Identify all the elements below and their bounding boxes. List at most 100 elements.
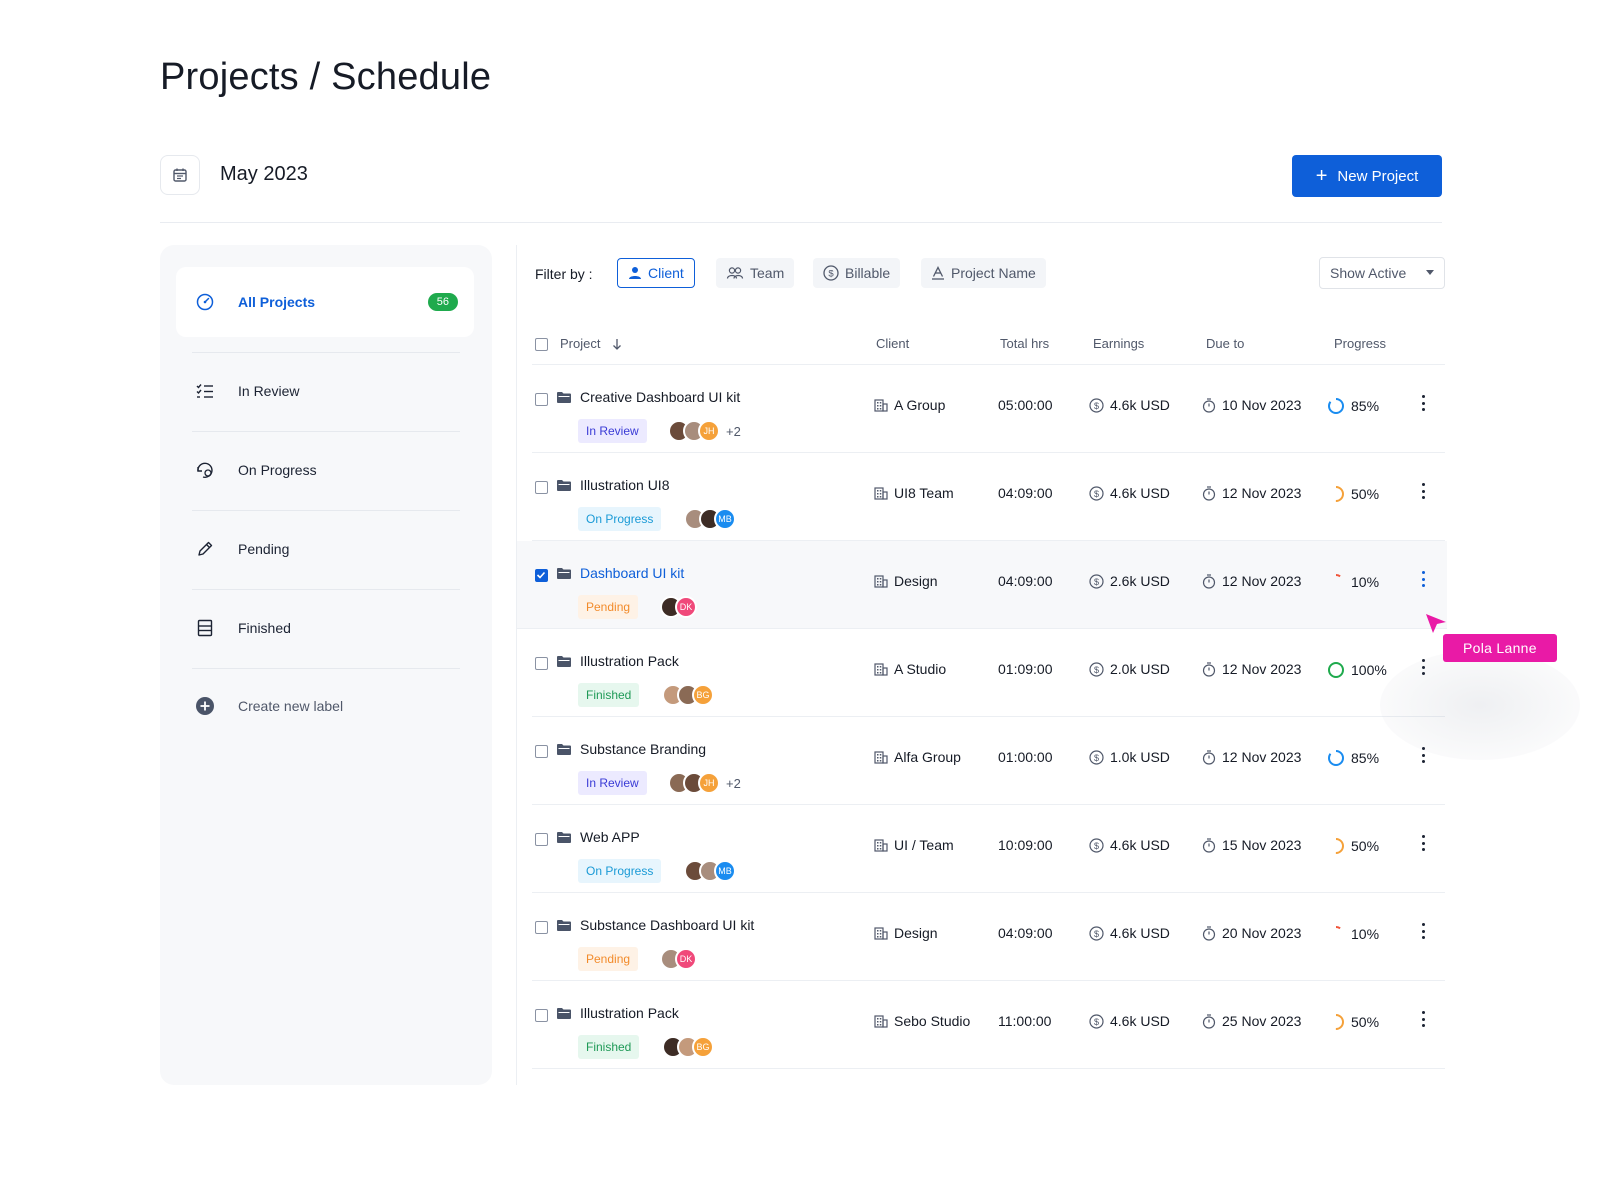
earnings-cell: $4.6k USD (1089, 837, 1170, 853)
row-checkbox[interactable] (535, 1009, 548, 1022)
show-active-dropdown[interactable]: Show Active (1319, 257, 1445, 289)
earnings-cell: $4.6k USD (1089, 485, 1170, 501)
table-row[interactable]: Web APP On Progress MB UI / Team 10:09:00 $4.… (532, 805, 1445, 893)
project-name-link[interactable]: Substance Dashboard UI kit (580, 917, 754, 933)
team-avatars[interactable]: MB (684, 860, 736, 882)
table-row[interactable]: Illustration Pack Finished BG Sebo Studio 11… (532, 981, 1445, 1069)
column-header-total-hrs[interactable]: Total hrs (1000, 336, 1049, 351)
row-checkbox[interactable] (535, 481, 548, 494)
row-checkbox[interactable] (535, 833, 548, 846)
team-avatars[interactable]: DK (660, 948, 697, 970)
avatar[interactable]: DK (675, 948, 697, 970)
table-row[interactable]: Illustration UI8 On Progress MB UI8 Team 04:… (532, 453, 1445, 541)
avatar[interactable]: BG (692, 1036, 714, 1058)
building-icon (874, 926, 888, 940)
dollar-circle-icon: $ (1089, 573, 1104, 589)
filter-chip-label: Client (648, 265, 684, 281)
row-menu-button[interactable] (1417, 569, 1429, 589)
avatar[interactable]: BG (692, 684, 714, 706)
avatar[interactable]: MB (714, 860, 736, 882)
create-label-button[interactable]: Create new label (176, 671, 474, 741)
due-date-cell: 15 Nov 2023 (1202, 837, 1301, 853)
row-menu-button[interactable] (1417, 833, 1429, 853)
project-name-link[interactable]: Creative Dashboard UI kit (580, 389, 740, 405)
row-checkbox[interactable] (535, 393, 548, 406)
sidebar-item-finished[interactable]: Finished (176, 593, 474, 663)
sort-arrow-down-icon[interactable] (612, 338, 622, 350)
project-name-link[interactable]: Illustration UI8 (580, 477, 669, 493)
building-icon (874, 838, 888, 852)
row-menu-button[interactable] (1417, 481, 1429, 501)
row-menu-button[interactable] (1417, 393, 1429, 413)
team-avatars[interactable]: BG (662, 1036, 714, 1058)
row-checkbox[interactable] (535, 657, 548, 670)
folder-icon (557, 744, 571, 755)
row-checkbox[interactable] (535, 745, 548, 758)
filter-chip-project-name[interactable]: Project Name (921, 258, 1046, 288)
due-date-cell: 12 Nov 2023 (1202, 573, 1301, 589)
row-checkbox[interactable] (535, 569, 548, 582)
client-cell: A Group (874, 397, 945, 413)
table-row[interactable]: Creative Dashboard UI kit In Review JH +2 A … (532, 365, 1445, 453)
column-header-project[interactable]: Project (560, 336, 600, 351)
sidebar-item-in-review[interactable]: In Review (176, 356, 474, 426)
divider (516, 245, 517, 1085)
new-project-button[interactable]: + New Project (1292, 155, 1442, 197)
team-avatars[interactable]: JH +2 (668, 772, 741, 794)
more-members-count[interactable]: +2 (726, 776, 741, 791)
due-date: 12 Nov 2023 (1222, 485, 1302, 501)
project-name-link[interactable]: Dashboard UI kit (580, 565, 684, 581)
due-date-cell: 25 Nov 2023 (1202, 1013, 1301, 1029)
due-date: 25 Nov 2023 (1222, 1013, 1302, 1029)
team-avatars[interactable]: JH +2 (668, 420, 741, 442)
progress-ring (1328, 1014, 1344, 1030)
project-name-link[interactable]: Web APP (580, 829, 640, 845)
table-row[interactable]: Substance Branding In Review JH +2 Alfa Grou… (532, 717, 1445, 805)
team-icon (726, 267, 744, 279)
dollar-circle-icon: $ (1089, 485, 1104, 501)
avatar[interactable]: MB (714, 508, 736, 530)
sidebar-item-pending[interactable]: Pending (176, 514, 474, 584)
table-row[interactable]: Illustration Pack Finished BG A Studio 01:09… (532, 629, 1445, 717)
row-checkbox[interactable] (535, 921, 548, 934)
project-name-link[interactable]: Illustration Pack (580, 653, 679, 669)
avatar[interactable]: JH (698, 420, 720, 442)
team-avatars[interactable]: DK (660, 596, 697, 618)
row-menu-button[interactable] (1417, 1009, 1429, 1029)
filter-chip-label: Billable (845, 265, 891, 281)
row-menu-button[interactable] (1417, 921, 1429, 941)
team-avatars[interactable]: BG (662, 684, 714, 706)
select-all-checkbox[interactable] (535, 338, 548, 351)
client-cell: A Studio (874, 661, 946, 677)
sidebar-item-all-projects[interactable]: All Projects 56 (176, 267, 474, 337)
status-badge: On Progress (578, 507, 662, 531)
progress-ring (1328, 398, 1344, 414)
avatar[interactable]: JH (698, 772, 720, 794)
column-header-earnings[interactable]: Earnings (1093, 336, 1144, 351)
stopwatch-icon (1202, 1013, 1216, 1029)
column-header-client[interactable]: Client (876, 336, 909, 351)
filter-chip-client[interactable]: Client (617, 258, 695, 288)
calendar-button[interactable] (160, 155, 200, 195)
sidebar-item-on-progress[interactable]: On Progress (176, 435, 474, 505)
table-row[interactable]: Dashboard UI kit Pending DK Design 04:09:00 $… (517, 541, 1447, 629)
more-members-count[interactable]: +2 (726, 424, 741, 439)
new-project-label: New Project (1337, 167, 1419, 185)
sidebar-item-label: Create new label (238, 698, 344, 714)
filter-chip-label: Team (750, 265, 785, 281)
progress-ring (1328, 574, 1344, 590)
svg-text:$: $ (1094, 841, 1099, 851)
column-header-progress[interactable]: Progress (1334, 336, 1386, 351)
filter-chip-billable[interactable]: $ Billable (813, 258, 901, 288)
project-name-link[interactable]: Illustration Pack (580, 1005, 679, 1021)
project-name-link[interactable]: Substance Branding (580, 741, 706, 757)
building-icon (874, 1014, 888, 1028)
team-avatars[interactable]: MB (684, 508, 736, 530)
table-row[interactable]: Substance Dashboard UI kit Pending DK Desig… (532, 893, 1445, 981)
total-hours: 11:00:00 (998, 1013, 1052, 1029)
svg-text:$: $ (1094, 753, 1099, 763)
filter-chip-team[interactable]: Team (716, 258, 795, 288)
column-header-due-to[interactable]: Due to (1206, 336, 1244, 351)
cursor-glow (1380, 650, 1580, 760)
avatar[interactable]: DK (675, 596, 697, 618)
